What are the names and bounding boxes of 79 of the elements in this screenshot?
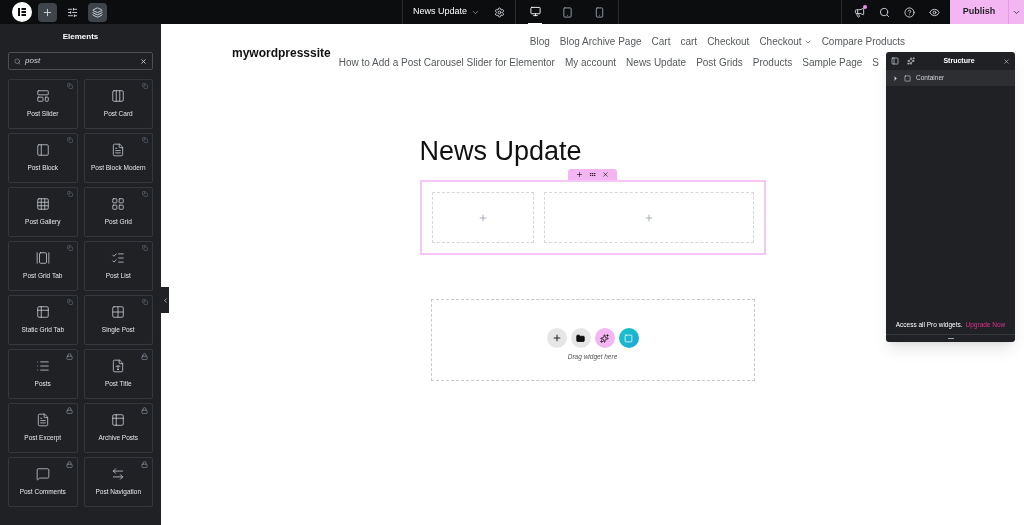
lock-icon <box>65 353 73 360</box>
template-button[interactable] <box>570 328 591 349</box>
ai-button[interactable] <box>594 328 615 349</box>
menu-link[interactable]: S <box>872 55 879 70</box>
page-title-dropdown[interactable]: News Update <box>412 5 480 19</box>
search-value: post <box>25 55 42 67</box>
add-icon <box>551 333 562 344</box>
help-icon[interactable] <box>904 6 915 18</box>
square-icon <box>624 333 633 343</box>
sparkles-icon <box>600 333 609 343</box>
menu-link[interactable]: Checkout <box>759 34 812 49</box>
menu-link[interactable]: Compare Products <box>821 34 905 49</box>
close-icon[interactable] <box>1003 57 1010 65</box>
menu-link[interactable]: Products <box>752 55 793 70</box>
badge-icon <box>66 137 73 143</box>
widget-icon <box>111 467 126 482</box>
ai-icon[interactable] <box>907 57 915 65</box>
search-icon[interactable] <box>879 6 890 18</box>
folder-icon <box>576 333 585 343</box>
add-icon[interactable] <box>38 2 57 22</box>
chevron-left-icon <box>161 296 169 304</box>
widget-icon <box>111 143 126 158</box>
widget-icon <box>35 305 50 320</box>
search-field[interactable]: post <box>8 52 153 70</box>
widget-icon <box>35 413 50 428</box>
search-icon <box>14 57 21 65</box>
publish-button[interactable]: Publish <box>950 0 1008 24</box>
widget-icon <box>111 197 126 212</box>
lock-icon <box>141 353 148 360</box>
badge-icon <box>142 245 148 251</box>
clear-icon[interactable] <box>140 57 147 65</box>
menu-link[interactable]: My account <box>564 55 617 70</box>
delete-icon[interactable] <box>602 171 609 178</box>
panel-icon[interactable] <box>891 57 899 65</box>
badge-icon <box>142 83 148 89</box>
widget-icon <box>35 197 50 212</box>
site-title[interactable]: mywordpresssite <box>232 44 331 70</box>
container-icon <box>904 74 911 82</box>
lock-icon <box>141 407 148 414</box>
menu-link[interactable]: Post Grids <box>696 55 743 70</box>
settings-icon[interactable] <box>494 6 505 18</box>
widget-icon <box>111 305 126 320</box>
widget-icon <box>35 251 50 266</box>
widget-icon <box>111 413 126 428</box>
add-section-button[interactable] <box>546 328 567 349</box>
resize-handle[interactable] <box>947 338 954 339</box>
page-heading: News Update <box>419 138 583 165</box>
menu-link[interactable]: News Update <box>626 55 687 70</box>
badge-icon <box>66 299 73 305</box>
badge-icon <box>66 245 73 251</box>
widget-icon <box>35 143 50 158</box>
lock-icon <box>65 407 73 414</box>
widget-icon <box>111 89 126 104</box>
menu-link[interactable]: cart <box>680 34 698 49</box>
lock-icon <box>141 461 148 468</box>
menu-link[interactable]: Blog <box>529 34 550 49</box>
menu-link[interactable]: Checkout <box>707 34 750 49</box>
preview-icon[interactable] <box>929 6 940 18</box>
layers-icon[interactable] <box>88 2 107 22</box>
badge-icon <box>142 299 148 305</box>
badge-icon <box>66 83 73 89</box>
drag-icon[interactable] <box>589 171 596 178</box>
megaphone-icon[interactable] <box>854 6 865 18</box>
badge-icon <box>142 137 148 143</box>
menu-link[interactable]: Sample Page <box>802 55 863 70</box>
logo-icon[interactable] <box>12 2 32 22</box>
menu-link[interactable]: Blog Archive Page <box>559 34 642 49</box>
widget-icon <box>35 89 50 104</box>
lock-icon <box>65 461 73 468</box>
badge-icon <box>142 191 148 197</box>
widget-icon <box>35 467 50 482</box>
panel-title: Elements <box>61 31 100 43</box>
widget-icon <box>111 359 126 374</box>
menu-link[interactable]: How to Add a Post Carousel Slider for Elementor <box>338 55 555 70</box>
widget-icon <box>35 359 50 374</box>
expand-icon[interactable] <box>892 74 899 82</box>
widget-icon <box>111 251 126 266</box>
badge-icon <box>66 191 73 197</box>
menu-link[interactable]: Cart <box>651 34 671 49</box>
